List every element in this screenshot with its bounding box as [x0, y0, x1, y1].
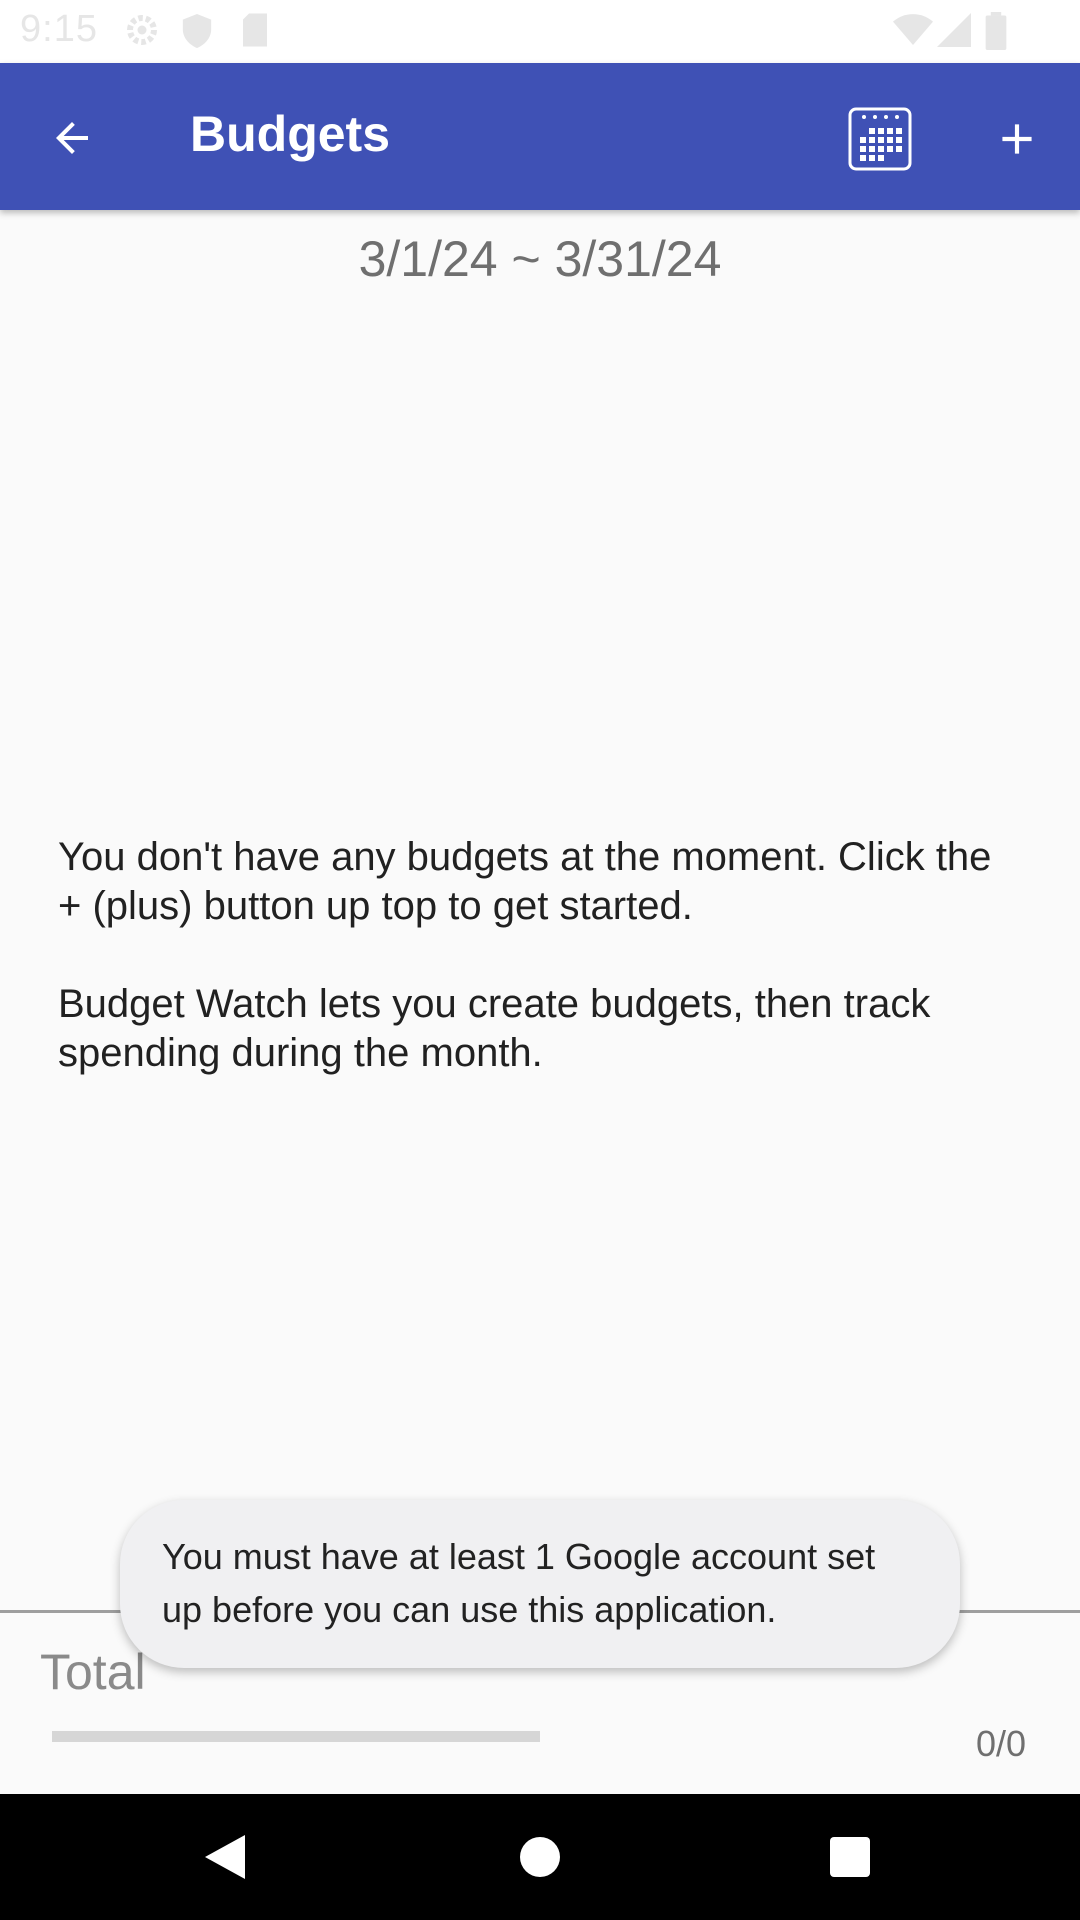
sd-card-icon [240, 12, 270, 53]
total-progress-bar [52, 1731, 540, 1742]
back-triangle-icon [205, 1835, 245, 1879]
back-button[interactable] [30, 96, 114, 180]
status-bar: 9:15 [0, 0, 1080, 63]
battery-icon [985, 12, 1007, 55]
plus-icon [1002, 124, 1032, 154]
app-bar: Budgets [0, 63, 1080, 210]
page-title: Budgets [190, 106, 390, 162]
recents-square-icon [830, 1837, 870, 1877]
calendar-icon [848, 107, 912, 171]
home-circle-icon [520, 1837, 560, 1877]
screen: 9:15 Budgets 3/1/24 ~ 3/31/24 You don't … [0, 0, 1080, 1920]
total-label: Total [40, 1644, 146, 1700]
date-range[interactable]: 3/1/24 ~ 3/31/24 [0, 230, 1080, 288]
add-budget-button[interactable] [975, 97, 1059, 181]
back-arrow-icon [56, 122, 88, 154]
status-time: 9:15 [20, 8, 98, 50]
nav-recents-button[interactable] [810, 1817, 890, 1897]
signal-icon [937, 12, 971, 53]
empty-state-message: You don't have any budgets at the moment… [58, 833, 1018, 1127]
nav-home-button[interactable] [500, 1817, 580, 1897]
toast-message: You must have at least 1 Google account … [120, 1500, 960, 1668]
navigation-bar [0, 1794, 1080, 1920]
settings-icon [124, 12, 160, 53]
empty-state-line-1: You don't have any budgets at the moment… [58, 835, 992, 928]
calendar-button[interactable] [840, 99, 920, 179]
shield-icon [180, 12, 214, 55]
empty-state-line-2: Budget Watch lets you create budgets, th… [58, 982, 931, 1075]
wifi-icon [893, 12, 933, 53]
nav-back-button[interactable] [185, 1817, 265, 1897]
total-value: 0/0 [975, 1723, 1026, 1764]
